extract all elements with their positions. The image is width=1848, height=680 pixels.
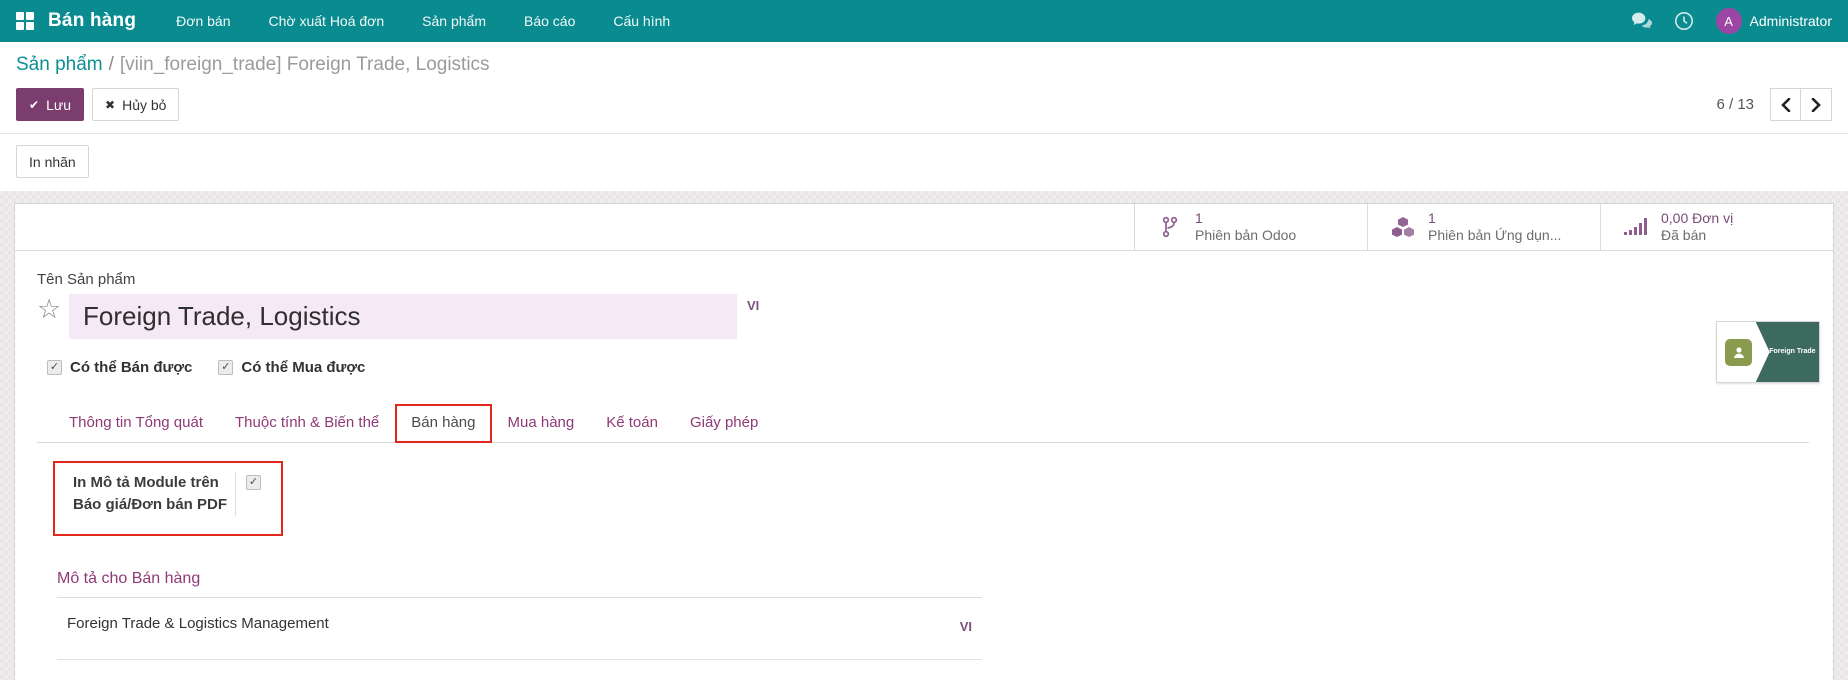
code-branch-icon: [1157, 216, 1183, 238]
user-menu[interactable]: A Administrator: [1716, 8, 1832, 34]
pager-value[interactable]: 6 / 13: [1716, 96, 1754, 113]
discard-label: Hủy bỏ: [122, 97, 166, 113]
product-form-sheet: 1 Phiên bản Odoo 1 Phiên bản Ứng dụn...: [14, 203, 1834, 680]
can-purchase-field: ✓ Có thể Mua được: [218, 359, 365, 376]
stat-app-versions-button[interactable]: 1 Phiên bản Ứng dụn...: [1367, 204, 1600, 250]
print-label-text: In nhãn: [29, 154, 76, 170]
control-panel: Sản phẩm / [viin_foreign_trade] Foreign Tr…: [0, 42, 1848, 191]
user-name: Administrator: [1750, 13, 1832, 29]
print-module-description-checkbox[interactable]: ✓: [246, 475, 261, 490]
stat-sold-units-button[interactable]: 0,00 Đơn vị Đã bán: [1600, 204, 1833, 250]
breadcrumb-separator: /: [109, 54, 114, 75]
product-image[interactable]: Foreign Trade: [1716, 321, 1820, 383]
main-menu: Đơn bán Chờ xuất Hoá đơn Sản phẩm Báo cá…: [176, 13, 670, 29]
tab-accounting[interactable]: Kế toán: [590, 405, 674, 442]
tab-general-info[interactable]: Thông tin Tổng quát: [53, 405, 219, 442]
can-sell-field: ✓ Có thể Bán được: [47, 359, 192, 376]
app-title[interactable]: Bán hàng: [48, 10, 136, 32]
pager-previous-button[interactable]: [1770, 88, 1801, 121]
can-sell-label: Có thể Bán được: [70, 359, 192, 376]
messages-icon[interactable]: [1632, 11, 1652, 31]
pager-next-button[interactable]: [1801, 88, 1832, 121]
save-label: Lưu: [46, 97, 71, 113]
chevron-left-icon: [1780, 98, 1791, 112]
stat-label: Đã bán: [1661, 227, 1733, 245]
menu-don-ban[interactable]: Đơn bán: [176, 13, 230, 29]
tab-license[interactable]: Giấy phép: [674, 405, 774, 442]
avatar: A: [1716, 8, 1742, 34]
print-module-description-field: In Mô tả Module trên Báo giá/Đơn bán PDF…: [53, 461, 283, 536]
breadcrumb-parent[interactable]: Sản phẩm: [16, 54, 103, 75]
sales-tab-pane: In Mô tả Module trên Báo giá/Đơn bán PDF…: [37, 443, 1809, 660]
can-purchase-checkbox[interactable]: ✓: [218, 360, 233, 375]
can-sell-checkbox[interactable]: ✓: [47, 360, 62, 375]
print-label-button[interactable]: In nhãn: [16, 145, 89, 178]
can-purchase-label: Có thể Mua được: [241, 359, 365, 376]
discard-button[interactable]: ✖ Hủy bỏ: [92, 88, 179, 121]
description-translation-badge[interactable]: VI: [950, 615, 982, 638]
sales-description-value[interactable]: Foreign Trade & Logistics Management: [67, 615, 329, 632]
print-module-description-label: In Mô tả Module trên Báo giá/Đơn bán PDF: [73, 472, 231, 516]
menu-bao-cao[interactable]: Báo cáo: [524, 13, 575, 29]
tab-attributes-variants[interactable]: Thuộc tính & Biến thể: [219, 405, 395, 442]
product-logo-banner: Foreign Trade: [1756, 322, 1819, 382]
stat-value: 1: [1428, 210, 1561, 228]
stat-odoo-versions-button[interactable]: 1 Phiên bản Odoo: [1134, 204, 1367, 250]
product-name-input[interactable]: Foreign Trade, Logistics: [69, 294, 737, 339]
apps-menu-icon[interactable]: [16, 12, 34, 30]
field-separator: [235, 472, 236, 516]
top-navbar: Bán hàng Đơn bán Chờ xuất Hoá đơn Sản ph…: [0, 0, 1848, 42]
stat-value: 0,00 Đơn vị: [1661, 210, 1733, 228]
stat-label: Phiên bản Odoo: [1195, 227, 1296, 245]
menu-cau-hinh[interactable]: Cấu hình: [613, 13, 670, 29]
product-logo-caption: Foreign Trade: [1759, 347, 1815, 358]
stat-button-row: 1 Phiên bản Odoo 1 Phiên bản Ứng dụn...: [15, 204, 1833, 251]
check-icon: ✔: [29, 98, 39, 112]
product-logo-icon: [1725, 339, 1752, 366]
bar-chart-icon: [1623, 216, 1649, 238]
chevron-right-icon: [1811, 98, 1822, 112]
stat-label: Phiên bản Ứng dụn...: [1428, 227, 1561, 245]
stat-value: 1: [1195, 210, 1296, 228]
favorite-star-icon[interactable]: ☆: [37, 296, 69, 323]
sales-description-section: Mô tả cho Bán hàng Foreign Trade & Logis…: [57, 570, 982, 660]
menu-cho-xuat-hoa-don[interactable]: Chờ xuất Hoá đơn: [269, 13, 385, 29]
tab-sales[interactable]: Bán hàng: [395, 404, 491, 443]
x-icon: ✖: [105, 98, 115, 112]
notebook-tabs: Thông tin Tổng quát Thuộc tính & Biến th…: [37, 404, 1809, 443]
translation-badge[interactable]: VI: [737, 294, 769, 317]
activities-clock-icon[interactable]: [1674, 11, 1694, 31]
form-background: 1 Phiên bản Odoo 1 Phiên bản Ứng dụn...: [0, 191, 1848, 680]
sales-description-title: Mô tả cho Bán hàng: [57, 570, 982, 598]
breadcrumb-current: [viin_foreign_trade] Foreign Trade, Logi…: [120, 54, 490, 75]
breadcrumb: Sản phẩm / [viin_foreign_trade] Foreign Tr…: [16, 54, 1832, 76]
cubes-icon: [1390, 216, 1416, 238]
sales-description-input[interactable]: Foreign Trade & Logistics Management VI: [57, 598, 982, 660]
save-button[interactable]: ✔ Lưu: [16, 88, 84, 121]
menu-san-pham[interactable]: Sản phẩm: [422, 13, 486, 29]
product-name-label: Tên Sản phẩm: [37, 271, 1809, 288]
tab-purchase[interactable]: Mua hàng: [492, 405, 591, 442]
sheet-main: Foreign Trade Tên Sản phẩm ☆ Foreign Tra…: [15, 251, 1833, 660]
